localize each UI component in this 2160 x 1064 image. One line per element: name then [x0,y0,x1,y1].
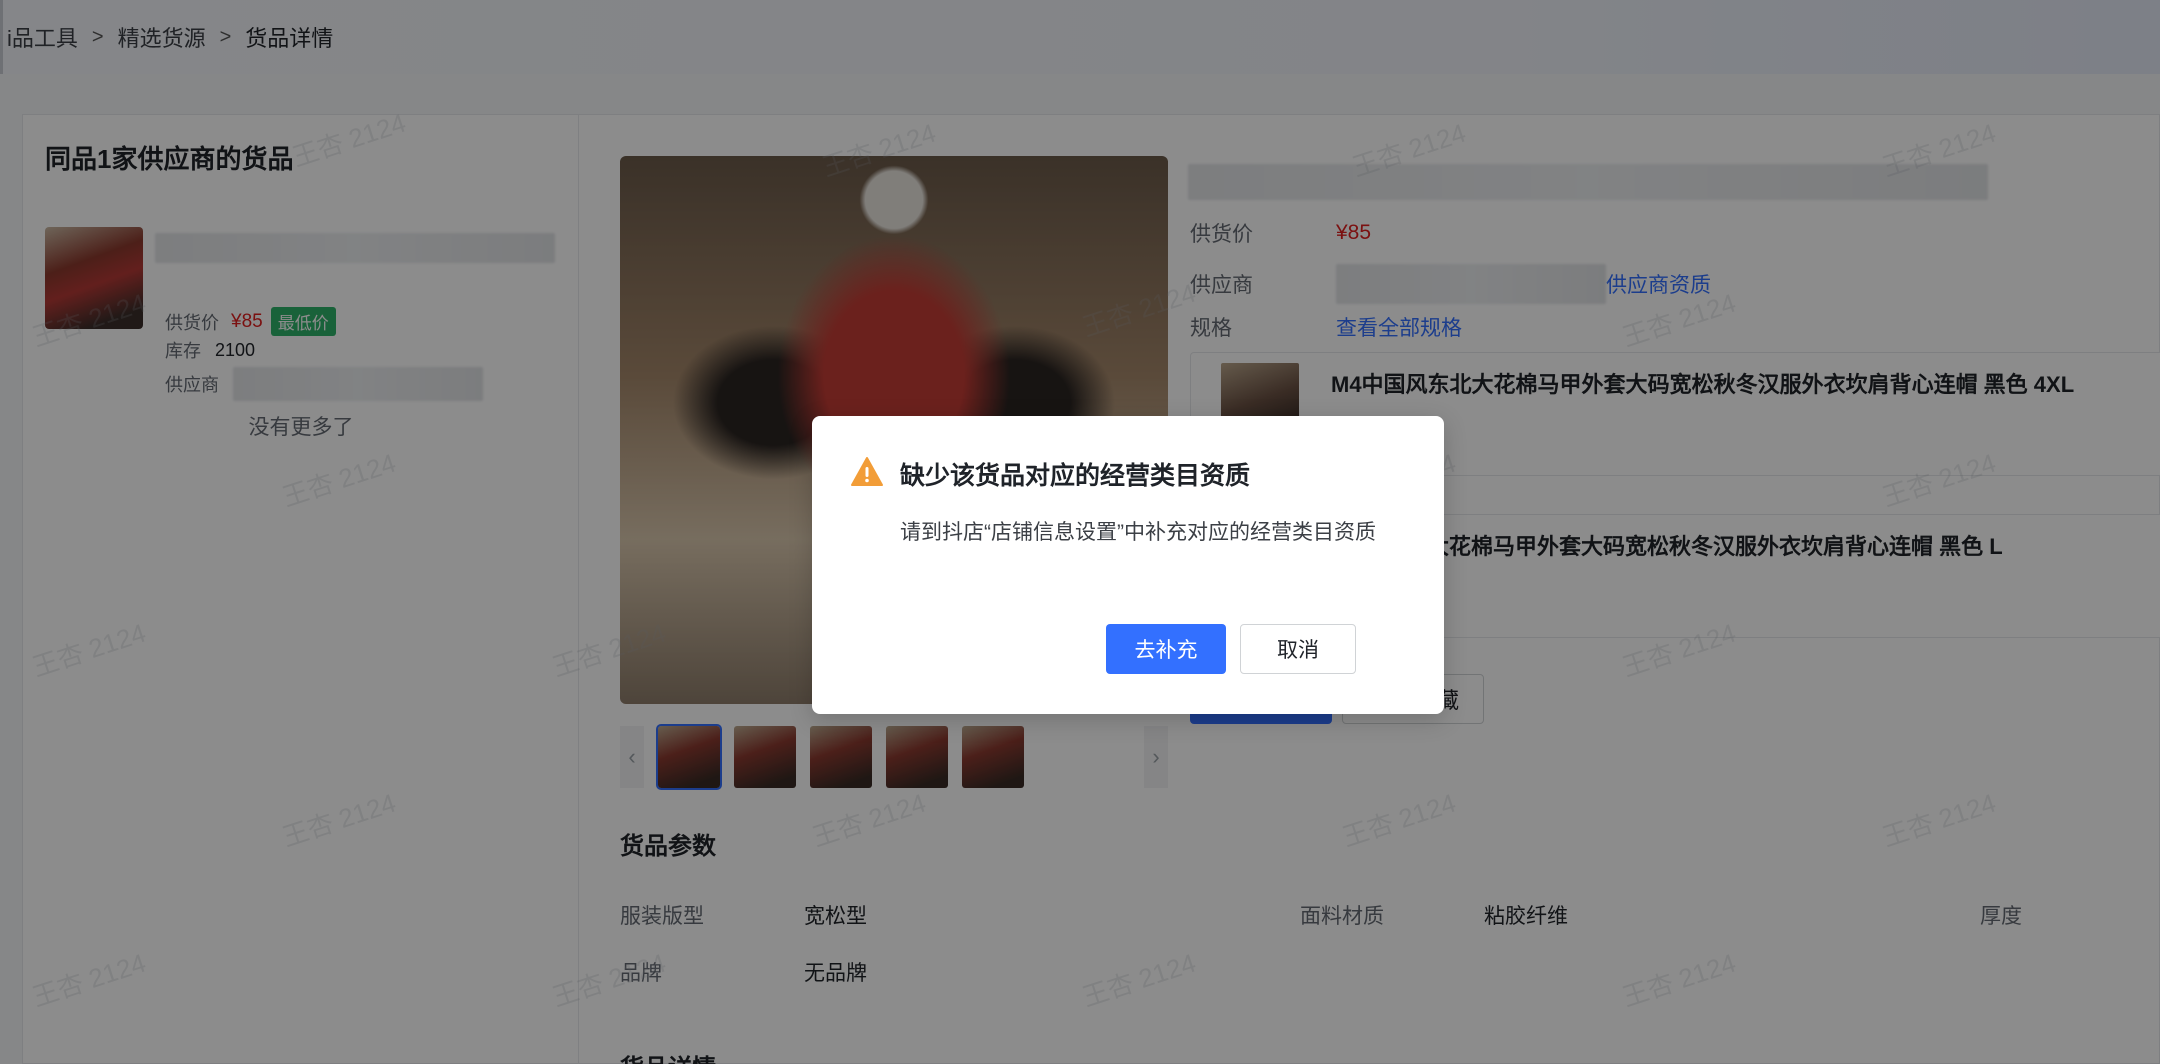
qualification-missing-dialog: 缺少该货品对应的经营类目资质 请到抖店“店铺信息设置”中补充对应的经营类目资质 … [812,416,1444,714]
dialog-message: 请到抖店“店铺信息设置”中补充对应的经营类目资质 [900,521,1376,544]
warning-icon [851,457,883,486]
cancel-button[interactable]: 取消 [1240,624,1356,674]
go-supplement-button[interactable]: 去补充 [1106,624,1226,674]
dialog-title: 缺少该货品对应的经营类目资质 [900,462,1251,490]
